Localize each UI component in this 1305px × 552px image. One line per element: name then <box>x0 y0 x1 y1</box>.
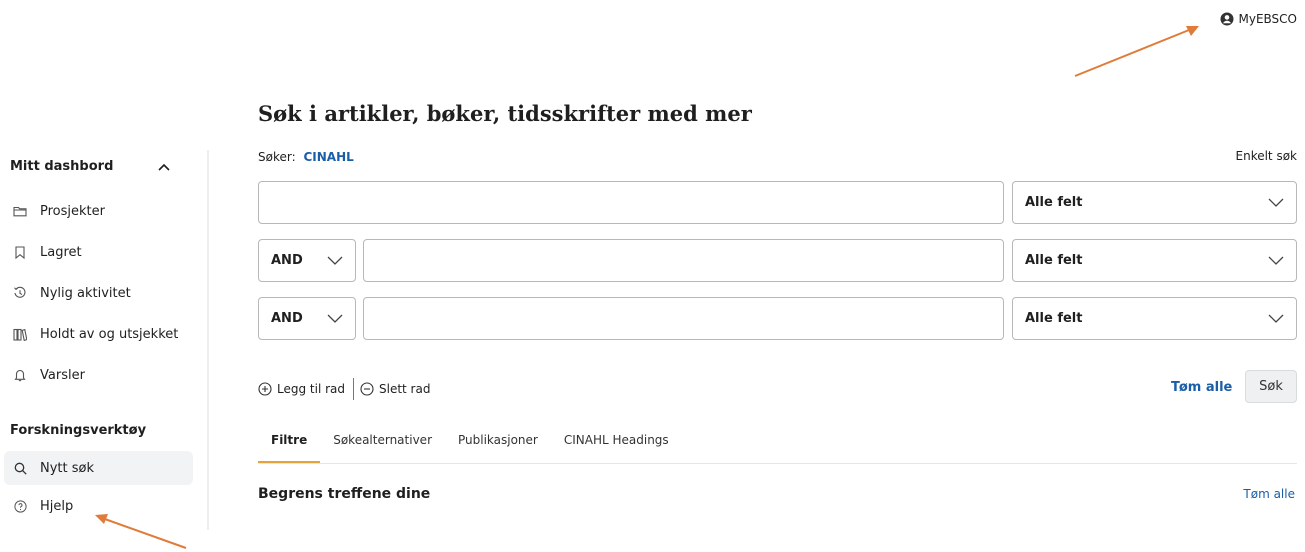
history-icon <box>9 286 31 300</box>
tab-divider <box>258 463 1297 464</box>
sidebar-item-label: Prosjekter <box>40 203 105 219</box>
chevron-down-icon <box>327 314 343 323</box>
add-row-button[interactable]: Legg til rad <box>258 382 345 396</box>
research-tools-title: Forskningsverktøy <box>10 423 147 438</box>
books-icon <box>9 328 31 341</box>
tab-bar: Filtre Søkealternativer Publikasjoner CI… <box>258 431 682 464</box>
chevron-down-icon <box>1268 314 1284 323</box>
clear-filters-link[interactable]: Tøm alle <box>1243 487 1295 501</box>
sidebar-item-label: Varsler <box>40 367 85 383</box>
annotation-arrow-top <box>1074 26 1199 77</box>
chevron-down-icon <box>1268 198 1284 207</box>
operator-select-row-3[interactable]: AND <box>258 297 356 340</box>
chevron-down-icon <box>327 256 343 265</box>
folder-icon <box>9 205 31 217</box>
sidebar-item-label: Holdt av og utsjekket <box>40 326 179 342</box>
myebsco-label: MyEBSCO <box>1238 12 1298 26</box>
database-link[interactable]: CINAHL <box>303 150 353 164</box>
field-select-value: Alle felt <box>1025 253 1083 268</box>
refine-results-title: Begrens treffene dine <box>258 486 431 502</box>
sidebar-item-label: Nytt søk <box>40 460 94 476</box>
sidebar-item-label: Nylig aktivitet <box>40 285 131 301</box>
dashboard-title: Mitt dashbord <box>10 159 114 174</box>
chevron-up-icon <box>158 163 170 171</box>
field-select-row-3[interactable]: Alle felt <box>1012 297 1297 340</box>
tab-search-options[interactable]: Søkealternativer <box>320 431 445 464</box>
add-row-label: Legg til rad <box>277 382 345 396</box>
field-select-value: Alle felt <box>1025 311 1083 326</box>
search-icon <box>9 462 31 475</box>
search-input-row-1[interactable] <box>258 181 1004 224</box>
sidebar-item-new-search[interactable]: Nytt søk <box>4 451 193 485</box>
operator-value: AND <box>271 311 303 326</box>
operator-select-row-2[interactable]: AND <box>258 239 356 282</box>
sidebar-item-alerts[interactable]: Varsler <box>4 358 193 392</box>
sidebar-item-label: Hjelp <box>40 498 74 514</box>
sidebar-item-holds-checkouts[interactable]: Holdt av og utsjekket <box>4 317 193 351</box>
searching-indicator: Søker: CINAHL <box>258 150 354 164</box>
minus-circle-icon <box>360 382 374 396</box>
field-select-row-1[interactable]: Alle felt <box>1012 181 1297 224</box>
bookmark-icon <box>9 245 31 259</box>
dashboard-toggle[interactable]: Mitt dashbord <box>10 159 170 174</box>
sidebar-item-label: Lagret <box>40 244 82 260</box>
field-select-row-2[interactable]: Alle felt <box>1012 239 1297 282</box>
sidebar: Mitt dashbord Prosjekter Lagret Nylig ak… <box>0 150 209 530</box>
bell-icon <box>9 368 31 382</box>
myebsco-link[interactable]: MyEBSCO <box>1220 12 1298 26</box>
tab-publications[interactable]: Publikasjoner <box>445 431 551 464</box>
sidebar-item-recent-activity[interactable]: Nylig aktivitet <box>4 276 193 310</box>
plus-circle-icon <box>258 382 272 396</box>
help-icon <box>9 499 31 513</box>
tab-filters[interactable]: Filtre <box>258 431 321 464</box>
search-input-row-3[interactable] <box>363 297 1004 340</box>
delete-row-button[interactable]: Slett rad <box>360 382 430 396</box>
tab-cinahl-headings[interactable]: CINAHL Headings <box>551 431 682 464</box>
simple-search-link[interactable]: Enkelt søk <box>1236 149 1298 163</box>
page-title: Søk i artikler, bøker, tidsskrifter med … <box>258 101 752 126</box>
clear-all-button[interactable]: Tøm alle <box>1171 380 1232 395</box>
search-input-row-2[interactable] <box>363 239 1004 282</box>
sidebar-item-projects[interactable]: Prosjekter <box>4 194 193 228</box>
divider <box>353 378 354 400</box>
delete-row-label: Slett rad <box>379 382 431 396</box>
searching-label: Søker: <box>258 150 296 164</box>
chevron-down-icon <box>1268 256 1284 265</box>
row-actions: Legg til rad Slett rad <box>258 378 430 400</box>
sidebar-item-help[interactable]: Hjelp <box>4 489 193 523</box>
search-button[interactable]: Søk <box>1245 370 1297 403</box>
sidebar-item-saved[interactable]: Lagret <box>4 235 193 269</box>
field-select-value: Alle felt <box>1025 195 1083 210</box>
operator-value: AND <box>271 253 303 268</box>
account-icon <box>1220 12 1234 26</box>
